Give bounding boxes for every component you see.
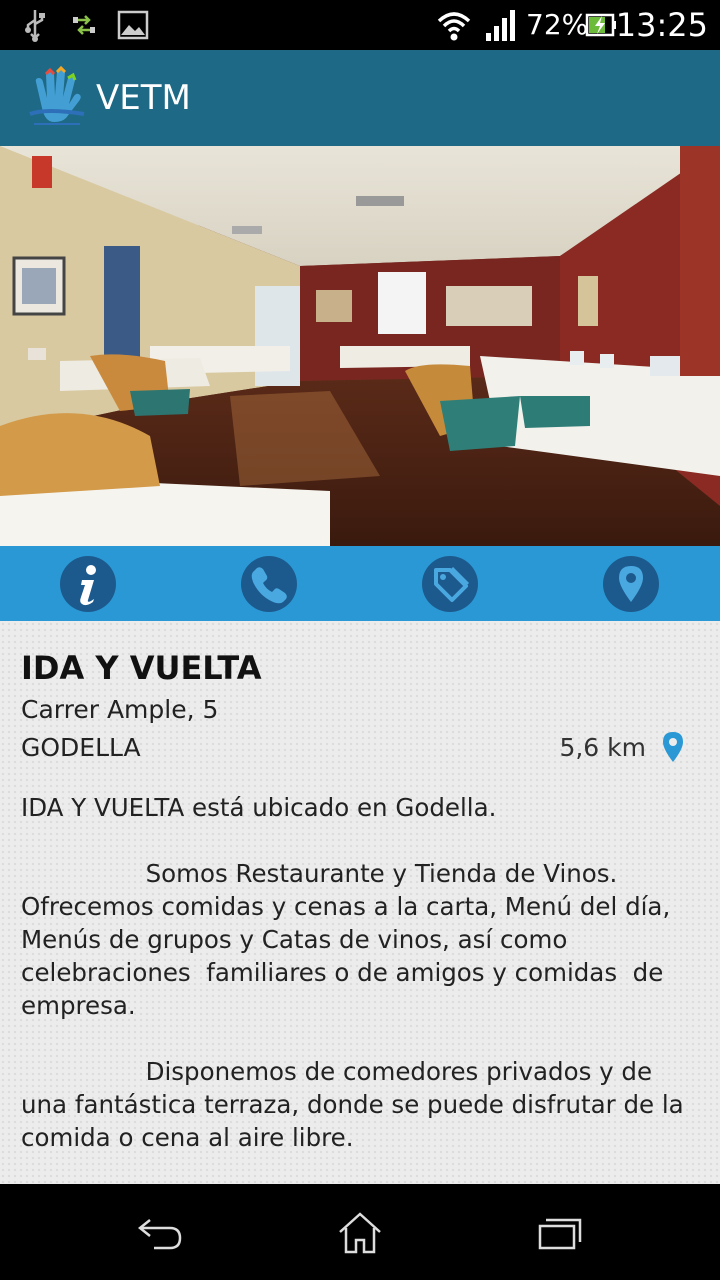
home-button[interactable] [336,1208,384,1256]
map-pin-icon [619,566,643,602]
home-icon [339,1212,381,1254]
place-distance: 5,6 km [559,733,646,762]
tab-phone[interactable] [241,556,297,612]
status-bar: 72% 13:25 [0,0,720,50]
wifi-icon [436,8,472,42]
info-icon [80,565,96,606]
place-description: IDA Y VUELTA está ubicado en Godella. So… [21,793,684,1152]
recent-apps-icon [538,1218,582,1250]
battery-percent: 72% [526,8,589,41]
app-bar: VETM [0,50,720,146]
place-town: GODELLA [21,733,141,762]
tab-map[interactable] [603,556,659,612]
place-street: Carrer Ample, 5 [21,695,219,724]
app-title: VETM [96,78,191,118]
phone-icon [251,567,287,604]
restaurant-photo [0,146,720,546]
data-sync-icon [70,8,98,42]
location-pin-icon[interactable] [662,731,684,767]
image-icon [116,8,150,42]
battery-charging-icon [584,8,618,42]
photo-gallery[interactable] [0,146,720,546]
usb-icon [22,8,48,42]
tab-info[interactable] [60,556,116,612]
place-details: IDA Y VUELTA Carrer Ample, 5 GODELLA 5,6… [0,621,720,1184]
system-nav-bar [0,1184,720,1280]
tab-offers[interactable] [422,556,478,612]
back-icon [137,1219,182,1250]
tag-icon [434,566,470,602]
clock: 13:25 [615,6,708,44]
detail-tab-bar [0,546,720,621]
app-logo-hand-icon[interactable] [26,64,88,130]
place-name: IDA Y VUELTA [21,649,262,687]
signal-icon [484,8,520,42]
recent-apps-button[interactable] [536,1208,584,1256]
back-button[interactable] [136,1208,184,1256]
